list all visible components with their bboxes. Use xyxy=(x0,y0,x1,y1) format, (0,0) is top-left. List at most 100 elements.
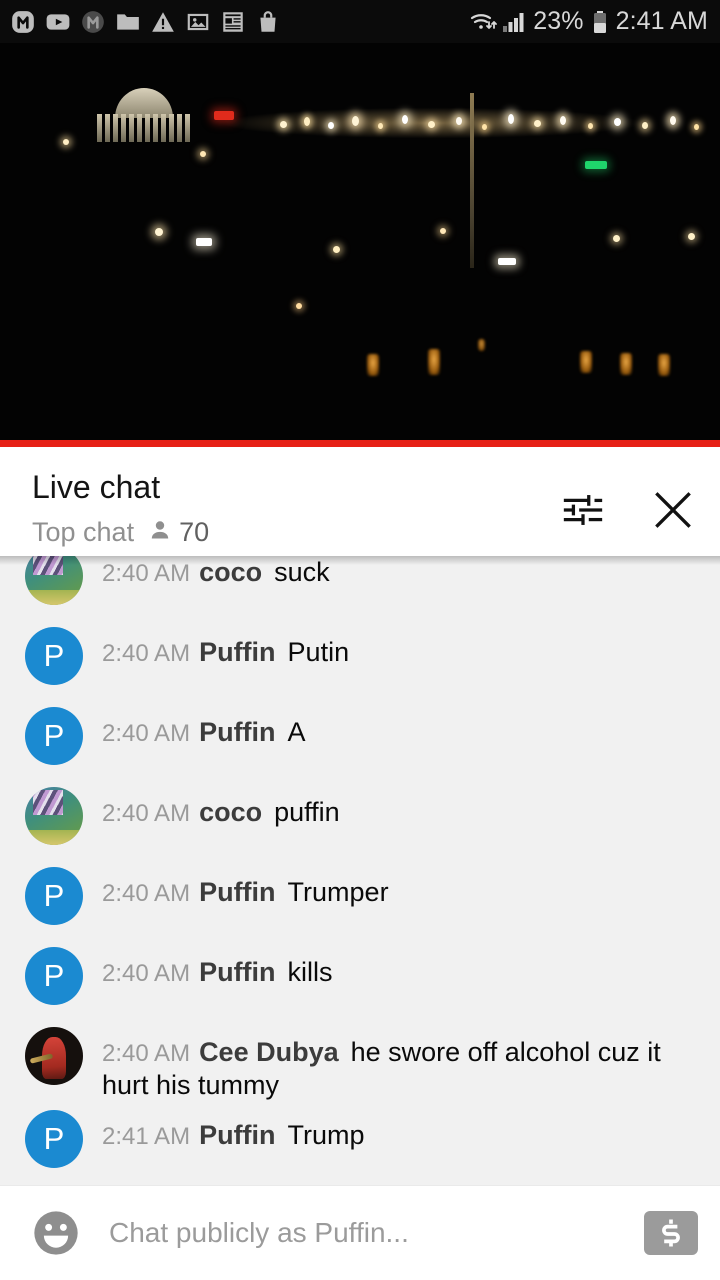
message-author[interactable]: Puffin xyxy=(190,957,275,987)
person-icon xyxy=(148,518,172,547)
street-light-g xyxy=(498,258,516,265)
avatar[interactable]: P xyxy=(25,627,83,685)
message-timestamp: 2:40 AM xyxy=(102,1040,191,1067)
chat-mode-label[interactable]: Top chat xyxy=(32,517,134,548)
status-bar-system: 23% 2:41 AM xyxy=(469,9,708,35)
dollar-superchat-icon[interactable] xyxy=(644,1211,698,1255)
avatar[interactable] xyxy=(25,787,83,845)
message-body: 2:40 AM Puffin kills xyxy=(83,939,696,989)
message-author[interactable]: coco xyxy=(190,557,262,587)
street-light-i xyxy=(688,233,695,240)
photo-icon xyxy=(185,9,211,35)
news-icon xyxy=(220,9,246,35)
cell-signal-icon xyxy=(502,9,526,35)
message-body: 2:40 AM coco suck xyxy=(83,556,696,589)
message-text: A xyxy=(287,717,306,747)
avatar[interactable] xyxy=(25,556,83,605)
folder-icon xyxy=(115,9,141,35)
message-author[interactable]: Puffin xyxy=(190,877,275,907)
street-light-c xyxy=(155,228,163,236)
message-timestamp: 2:40 AM xyxy=(102,560,191,587)
green-light xyxy=(585,161,607,169)
message-author[interactable]: coco xyxy=(190,797,262,827)
lamp-4 xyxy=(580,351,592,373)
lamp-5 xyxy=(620,353,632,375)
list-item[interactable]: 2:40 AM coco puffin xyxy=(0,779,720,859)
shopping-bag-icon xyxy=(255,9,281,35)
list-item[interactable]: 2:40 AM coco suck xyxy=(0,556,720,619)
video-progress-bar[interactable] xyxy=(0,440,720,447)
street-light-d xyxy=(196,238,212,246)
city-light-band xyxy=(270,111,720,139)
page-title: Live chat xyxy=(32,469,161,505)
messenger-m-icon xyxy=(10,9,36,35)
lamp-3 xyxy=(478,339,485,351)
message-text: puffin xyxy=(274,797,340,827)
status-bar-clock: 2:41 AM xyxy=(615,7,708,35)
message-author[interactable]: Puffin xyxy=(190,637,275,667)
warning-triangle-icon xyxy=(150,9,176,35)
battery-icon xyxy=(591,9,609,35)
avatar-initial: P xyxy=(25,627,83,685)
message-text: Putin xyxy=(287,637,350,667)
close-icon[interactable] xyxy=(646,483,700,537)
message-timestamp: 2:40 AM xyxy=(102,720,191,747)
avatar[interactable]: P xyxy=(25,867,83,925)
message-timestamp: 2:41 AM xyxy=(102,1122,191,1150)
message-timestamp: 2:40 AM xyxy=(102,640,191,667)
chat-header-titles: Live chat Top chat 70 xyxy=(32,469,556,548)
message-body: 2:40 AM Puffin Putin xyxy=(83,619,696,669)
avatar[interactable]: P xyxy=(25,947,83,1005)
chat-composer xyxy=(0,1185,720,1280)
list-item[interactable]: P 2:40 AM Puffin kills xyxy=(0,939,720,1019)
street-light-e xyxy=(333,246,340,253)
live-chat-header: Live chat Top chat 70 xyxy=(0,447,720,556)
list-item[interactable]: 2:40 AM Cee Dubya he swore off alcohol cuz… xyxy=(0,1019,720,1102)
youtube-live-chat-screen: 23% 2:41 AM Live chat Top chat 70 2:40 A… xyxy=(0,0,720,1280)
message-author[interactable]: Puffin xyxy=(190,717,275,747)
list-item[interactable]: P 2:40 AM Puffin A xyxy=(0,699,720,779)
message-author[interactable]: Cee Dubya xyxy=(190,1037,339,1067)
message-body: 2:40 AM Puffin Trumper xyxy=(83,859,696,909)
message-timestamp: 2:40 AM xyxy=(102,960,191,987)
search-input[interactable] xyxy=(84,1217,644,1249)
list-item[interactable]: P 2:40 AM Puffin Putin xyxy=(0,619,720,699)
message-body: 2:41 AM Puffin Trump xyxy=(83,1102,696,1152)
message-author[interactable]: Puffin xyxy=(190,1120,275,1150)
message-body: 2:40 AM coco puffin xyxy=(83,779,696,829)
video-player[interactable] xyxy=(0,43,720,447)
list-item[interactable]: P 2:40 AM Puffin Trumper xyxy=(0,859,720,939)
red-light xyxy=(214,111,234,120)
avatar[interactable]: P xyxy=(25,707,83,765)
youtube-icon xyxy=(45,9,71,35)
list-item[interactable]: P 2:41 AM Puffin Trump xyxy=(0,1102,720,1182)
message-timestamp: 2:40 AM xyxy=(102,800,191,827)
status-bar-notifications xyxy=(10,9,469,35)
message-timestamp: 2:40 AM xyxy=(102,880,191,907)
lamp-1 xyxy=(367,354,379,376)
street-light-j xyxy=(296,303,302,309)
chat-header-actions xyxy=(556,469,700,537)
message-body: 2:40 AM Cee Dubya he swore off alcohol cuz… xyxy=(83,1019,696,1102)
avatar-initial: P xyxy=(25,947,83,1005)
chat-header-subtitle: Top chat 70 xyxy=(32,517,556,548)
battery-percent: 23% xyxy=(533,7,584,35)
street-light-a xyxy=(63,139,69,145)
tune-sliders-icon[interactable] xyxy=(556,483,610,537)
avatar-initial: P xyxy=(25,707,83,765)
message-text: suck xyxy=(274,557,330,587)
avatar[interactable] xyxy=(25,1027,83,1085)
wifi-transfer-icon xyxy=(469,9,498,35)
viewer-count: 70 xyxy=(179,516,210,547)
avatar-initial: P xyxy=(25,867,83,925)
avatar[interactable]: P xyxy=(25,1109,83,1168)
muted-m-icon xyxy=(80,9,106,35)
street-light-h xyxy=(613,235,620,242)
chat-message-list[interactable]: 2:40 AM coco suck P 2:40 AM Puffin Putin P 2… xyxy=(0,556,720,1185)
lamp-6 xyxy=(658,354,670,376)
emoji-smiley-icon[interactable] xyxy=(28,1205,84,1261)
avatar-initial: P xyxy=(25,1109,83,1168)
street-light-f xyxy=(440,228,446,234)
viewer-count-group: 70 xyxy=(148,517,209,548)
message-text: Trump xyxy=(287,1119,365,1150)
